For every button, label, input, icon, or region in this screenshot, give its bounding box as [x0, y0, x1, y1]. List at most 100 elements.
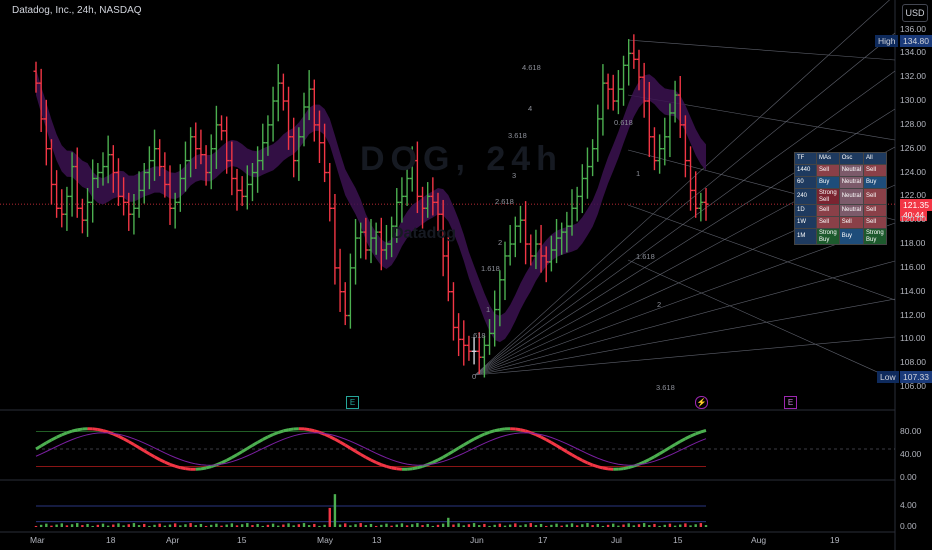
volume-bar [369, 523, 373, 527]
osc-k-segment [102, 429, 109, 434]
ta-all: Strong Buy [863, 228, 887, 245]
osc-k-segment [92, 427, 99, 431]
volume-bar [55, 524, 58, 527]
x-tick-label: 15 [673, 535, 683, 545]
volume-bar [596, 523, 599, 527]
osc-k-segment [452, 446, 460, 453]
volume-bar [354, 524, 357, 527]
ta-tf: 1D [794, 204, 817, 217]
ta-mas: Buy [816, 176, 840, 189]
x-tick-label: Aug [751, 535, 767, 545]
ta-osc: Neutral [838, 164, 865, 177]
fib-label: 1 [486, 305, 491, 314]
ta-mas: Sell [816, 164, 840, 177]
volume-bar [416, 523, 419, 527]
osc-k-segment [246, 444, 254, 450]
volume-bar [390, 525, 393, 527]
ta-tf: 1W [794, 216, 817, 229]
ta-osc: Neutral [838, 188, 865, 205]
osc-k-segment [653, 452, 661, 458]
volume-bar [117, 523, 120, 527]
volume-bar [230, 523, 234, 527]
osc-k-segment [365, 455, 372, 462]
volume-bar [374, 525, 378, 527]
volume-bar [478, 525, 481, 527]
volume-bar [313, 523, 316, 527]
osc-k-segment [576, 456, 584, 462]
volume-bar [472, 523, 476, 527]
x-tick-label: Apr [166, 535, 180, 545]
volume-bar [307, 525, 311, 527]
volume-bar [318, 525, 321, 527]
osc-k-segment [684, 434, 692, 440]
volume-bar [261, 525, 264, 527]
osc-k-segment [432, 458, 439, 464]
osc-k-segment [463, 440, 470, 447]
x-tick-label: May [317, 535, 334, 545]
osc-k-segment [40, 441, 48, 448]
ta-osc: Sell [838, 216, 865, 229]
osc-k-segment [143, 449, 151, 456]
volume-bar [76, 523, 79, 527]
osc-k-segment [586, 461, 594, 467]
volume-bar [359, 523, 362, 527]
osc-k-segment [288, 427, 294, 432]
osc-k-segment [370, 458, 377, 464]
fib-label: 4.618 [522, 63, 541, 72]
osc-k-segment [473, 435, 480, 441]
chart-canvas[interactable] [0, 0, 932, 550]
earnings-icon-2[interactable]: E [784, 396, 797, 409]
ta-tf: 240 [794, 188, 817, 205]
osc-k-segment [700, 429, 707, 434]
volume-bar [663, 524, 666, 527]
osc-k-segment [349, 446, 357, 453]
ta-osc: Buy [838, 228, 865, 245]
volume-bar [627, 523, 630, 527]
ta-header-tf: TF [794, 152, 817, 165]
volume-bar [127, 524, 130, 527]
volume-bar [204, 525, 208, 527]
volume-bar [86, 523, 89, 527]
osc-k-segment [354, 450, 362, 456]
osc-k-segment [159, 458, 166, 464]
x-tick-label: 15 [237, 535, 247, 545]
osc-k-segment [66, 429, 73, 435]
volume-bar [632, 525, 636, 527]
x-tick-label: 19 [830, 535, 840, 545]
volume-bar [235, 525, 239, 527]
volume-bar [503, 525, 507, 527]
osc-k-segment [256, 438, 264, 444]
split-icon[interactable]: ⚡ [695, 396, 708, 409]
x-tick-label: 18 [106, 535, 116, 545]
fib-label: 2 [657, 300, 662, 309]
volume-bar [467, 524, 471, 527]
volume-bar [405, 525, 409, 527]
volume-bar [673, 525, 677, 527]
currency-button[interactable]: USD [902, 4, 928, 22]
fib-fan-line [627, 259, 896, 381]
volume-bar [189, 523, 192, 527]
ta-mas: Sell [816, 204, 840, 217]
volume-bar [81, 525, 84, 527]
volume-bar [163, 525, 167, 527]
osc-k-segment [45, 438, 53, 445]
osc-k-segment [499, 427, 506, 432]
volume-bar [70, 524, 74, 527]
osc-k-segment [164, 460, 171, 466]
volume-bar [642, 523, 646, 527]
osc-k-segment [61, 431, 68, 437]
osc-k-segment [220, 458, 228, 465]
earnings-icon[interactable]: E [346, 396, 359, 409]
osc-k-segment [592, 463, 599, 469]
volume-bar [240, 524, 244, 527]
x-tick-label: Jun [470, 535, 484, 545]
volume-bar [555, 523, 558, 527]
ta-all: Sell [863, 164, 887, 177]
ta-osc: Neutral [838, 176, 865, 189]
volume-bar [106, 525, 110, 527]
y-tick-label: 114.00 [900, 285, 926, 296]
volume-bar [534, 525, 538, 527]
fib-label: 3.618 [508, 131, 527, 140]
volume-bar [606, 524, 610, 527]
volume-bar [266, 524, 270, 527]
